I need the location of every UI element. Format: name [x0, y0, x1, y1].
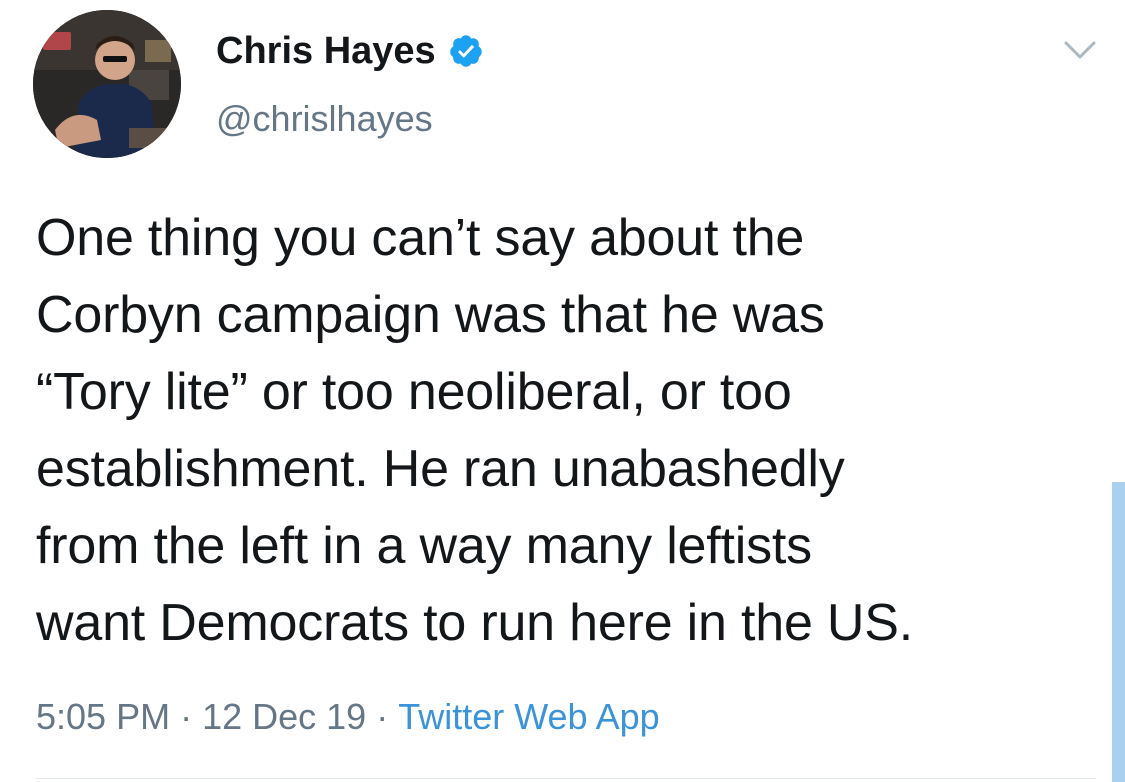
meta-separator: · [180, 696, 193, 737]
verified-badge-icon [449, 35, 482, 67]
divider [36, 778, 1096, 779]
display-name[interactable]: Chris Hayes [216, 26, 436, 76]
scrollbar[interactable] [1112, 482, 1125, 782]
profile-photo-icon [33, 10, 181, 158]
avatar[interactable] [33, 10, 181, 158]
tweet-time[interactable]: 5:05 PM [36, 696, 170, 737]
chevron-down-icon[interactable] [1062, 38, 1098, 62]
tweet-meta: 5:05 PM · 12 Dec 19 · Twitter Web App [36, 692, 660, 742]
author-handle[interactable]: @chrislhayes [216, 94, 433, 144]
tweet-card: Chris Hayes @chrislhayes One thing you c… [0, 0, 1125, 782]
tweet-source-link[interactable]: Twitter Web App [398, 696, 659, 737]
author-name-row[interactable]: Chris Hayes [216, 26, 484, 76]
meta-separator: · [376, 696, 389, 737]
tweet-date[interactable]: 12 Dec 19 [202, 696, 366, 737]
tweet-text: One thing you can’t say about the Corbyn… [36, 209, 914, 652]
